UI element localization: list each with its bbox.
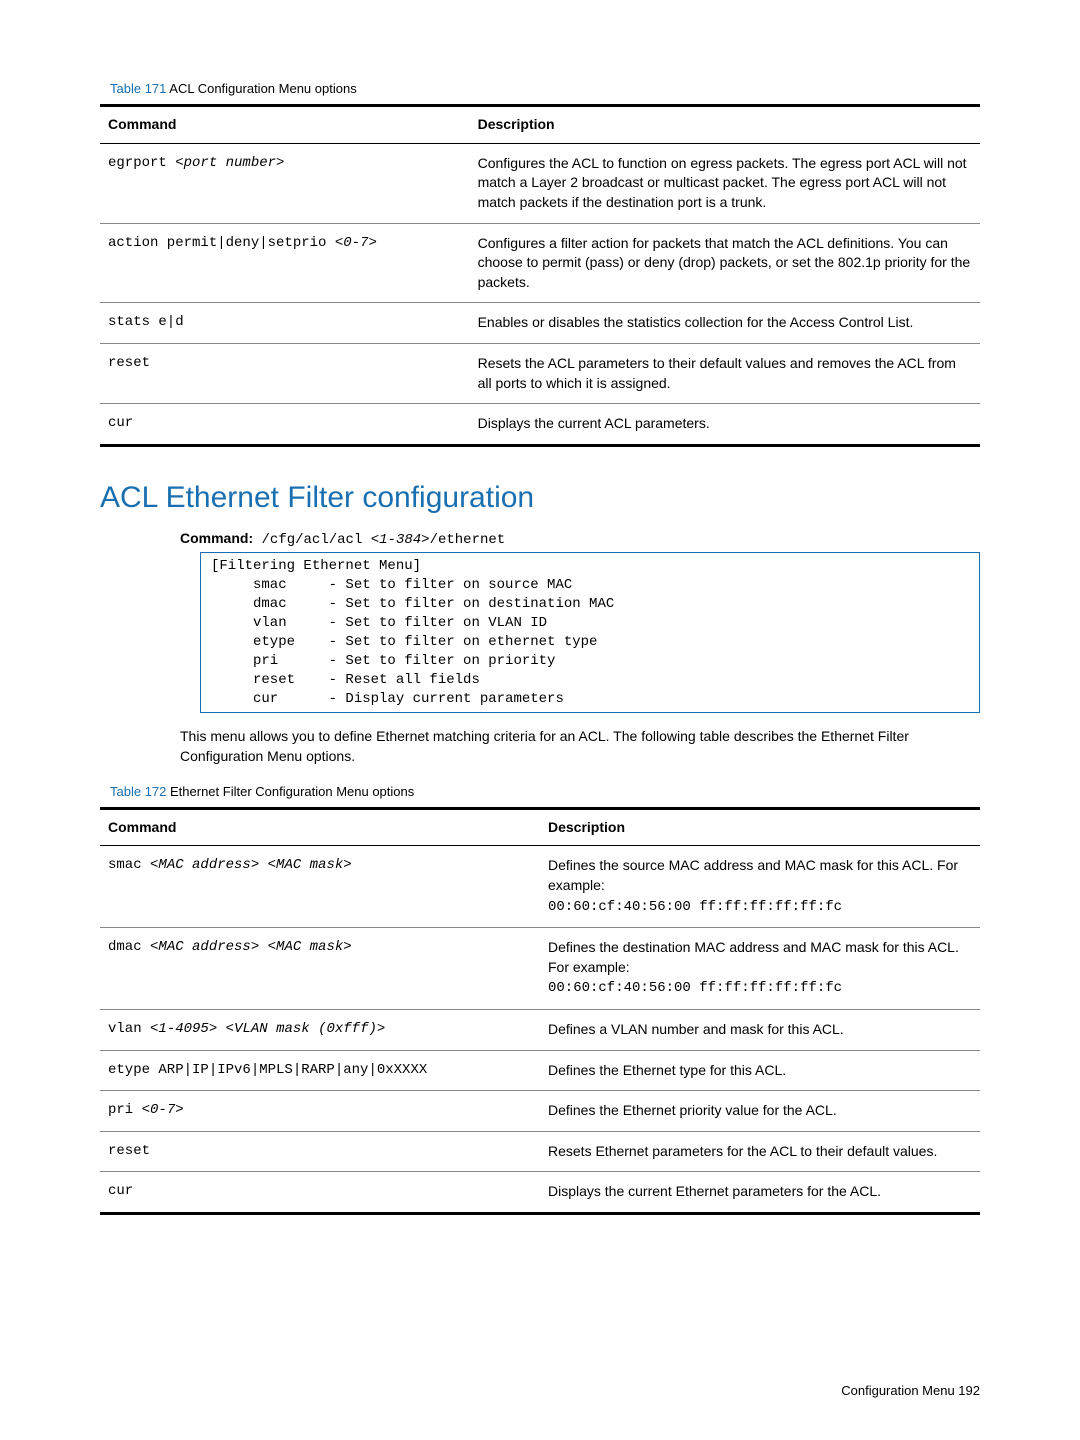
cell-desc: Defines the destination MAC address and …	[548, 939, 959, 975]
table171-title: ACL Configuration Menu options	[166, 81, 356, 96]
cmd-text: action permit|deny|setprio <	[108, 235, 343, 251]
cell-mono: 00:60:cf:40:56:00 ff:ff:ff:ff:ff:fc	[548, 899, 842, 915]
cmd-text: >	[368, 235, 376, 251]
table-row: action permit|deny|setprio <0-7> Configu…	[100, 223, 980, 303]
table171-number: Table 171	[110, 81, 166, 96]
table172-head-command: Command	[100, 808, 540, 846]
cell-desc: Defines the Ethernet type for this ACL.	[540, 1050, 980, 1091]
table-row: etype ARP|IP|IPv6|MPLS|RARP|any|0xXXXX D…	[100, 1050, 980, 1091]
table-row: reset Resets the ACL parameters to their…	[100, 343, 980, 403]
cell-desc: Defines the source MAC address and MAC m…	[548, 857, 958, 893]
cmd-text: reset	[100, 1131, 540, 1172]
cmd-arg: 1-4095	[158, 1021, 208, 1037]
cmd-text: pri <	[108, 1102, 150, 1118]
cmd-arg: VLAN mask (0xfff)	[234, 1021, 377, 1037]
table-row: stats e|d Enables or disables the statis…	[100, 303, 980, 344]
cmd-text: reset	[100, 343, 470, 403]
cmd-arg: <MAC address> <MAC mask>	[150, 939, 352, 955]
cell-desc: Configures a filter action for packets t…	[470, 223, 980, 303]
table172-head-description: Description	[540, 808, 980, 846]
cmd-arg: 0-7	[343, 235, 368, 251]
cell-desc: Defines the Ethernet priority value for …	[540, 1091, 980, 1132]
table-row: egrport <port number> Configures the ACL…	[100, 143, 980, 223]
cmd-arg: <MAC address> <MAC mask>	[150, 857, 352, 873]
cell-mono: 00:60:cf:40:56:00 ff:ff:ff:ff:ff:fc	[548, 980, 842, 996]
table-row: cur Displays the current ACL parameters.	[100, 404, 980, 446]
table-row: reset Resets Ethernet parameters for the…	[100, 1131, 980, 1172]
table172-number: Table 172	[110, 784, 166, 799]
section-heading: ACL Ethernet Filter configuration	[100, 477, 980, 519]
cell-desc: Resets Ethernet parameters for the ACL t…	[540, 1131, 980, 1172]
cmd-arg: 0-7	[150, 1102, 175, 1118]
cmd-text: cur	[100, 404, 470, 446]
table-row: smac <MAC address> <MAC mask> Defines th…	[100, 846, 980, 928]
cmd-arg: <port number>	[175, 155, 284, 171]
cmd-text: >	[175, 1102, 183, 1118]
table-row: vlan <1-4095> <VLAN mask (0xfff)> Define…	[100, 1009, 980, 1050]
command-path: /cfg/acl/acl <	[253, 532, 379, 548]
cmd-text: egrport	[108, 155, 175, 171]
cell-desc: Displays the current Ethernet parameters…	[540, 1172, 980, 1214]
cmd-text: vlan <	[108, 1021, 158, 1037]
cell-desc: Configures the ACL to function on egress…	[470, 143, 980, 223]
table-row: cur Displays the current Ethernet parame…	[100, 1172, 980, 1214]
table-row: dmac <MAC address> <MAC mask> Defines th…	[100, 928, 980, 1010]
cmd-text: smac	[108, 857, 150, 873]
table-row: pri <0-7> Defines the Ethernet priority …	[100, 1091, 980, 1132]
cmd-text: etype ARP|IP|IPv6|MPLS|RARP|any|0xXXXX	[100, 1050, 540, 1091]
table172: Command Description smac <MAC address> <…	[100, 807, 980, 1215]
cmd-text: stats e|d	[100, 303, 470, 344]
cmd-text: > <	[209, 1021, 234, 1037]
table171-head-command: Command	[100, 106, 470, 144]
cell-desc: Displays the current ACL parameters.	[470, 404, 980, 446]
table171-head-description: Description	[470, 106, 980, 144]
cell-desc: Defines a VLAN number and mask for this …	[540, 1009, 980, 1050]
table172-title: Ethernet Filter Configuration Menu optio…	[166, 784, 414, 799]
command-path: >/ethernet	[421, 532, 505, 548]
table171-caption: Table 171 ACL Configuration Menu options	[100, 80, 980, 98]
command-arg: 1-384	[379, 532, 421, 548]
command-line: Command: /cfg/acl/acl <1-384>/ethernet	[100, 529, 980, 551]
command-label: Command:	[180, 530, 253, 546]
page-footer: Configuration Menu 192	[841, 1382, 980, 1400]
table171: Command Description egrport <port number…	[100, 104, 980, 447]
cell-desc: Enables or disables the statistics colle…	[470, 303, 980, 344]
cmd-text: >	[377, 1021, 385, 1037]
cmd-text: dmac	[108, 939, 150, 955]
section-paragraph: This menu allows you to define Ethernet …	[100, 727, 980, 766]
cmd-text: cur	[100, 1172, 540, 1214]
menu-codebox: [Filtering Ethernet Menu] smac - Set to …	[200, 552, 980, 713]
cell-desc: Resets the ACL parameters to their defau…	[470, 343, 980, 403]
table172-caption: Table 172 Ethernet Filter Configuration …	[100, 783, 980, 801]
